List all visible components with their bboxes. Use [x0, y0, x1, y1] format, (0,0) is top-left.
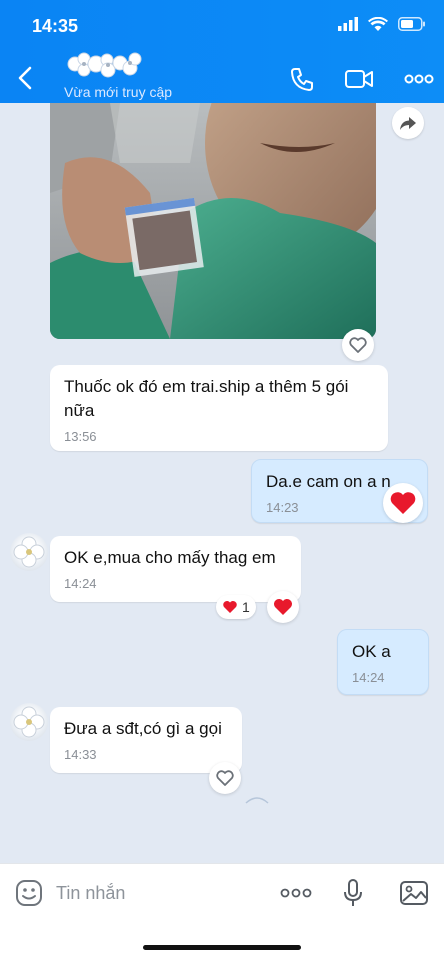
contact-avatar[interactable]: [10, 533, 48, 571]
message-react-button[interactable]: [209, 762, 241, 794]
contact-name-blurred[interactable]: [66, 50, 146, 80]
voice-message-button[interactable]: [336, 878, 370, 908]
message-text: OK a: [352, 642, 391, 661]
image-picker-button[interactable]: [397, 878, 431, 908]
message-time: 14:24: [352, 670, 385, 685]
heart-icon: [390, 492, 416, 514]
message-text: OK e,mua cho mấy thag em: [64, 548, 276, 567]
wifi-icon: [368, 17, 388, 31]
emoji-button[interactable]: [14, 878, 44, 908]
reaction-summary[interactable]: 1: [216, 595, 256, 619]
heart-icon: [274, 599, 292, 615]
flower-avatar-icon: [13, 706, 45, 738]
more-icon: [280, 888, 312, 898]
photo-content: [50, 103, 376, 339]
heart-outline-icon: [349, 337, 367, 353]
video-call-button[interactable]: [344, 64, 374, 94]
message-time: 14:33: [64, 747, 97, 762]
voice-call-button[interactable]: [287, 64, 317, 94]
microphone-icon: [344, 879, 362, 906]
status-time: 14:35: [32, 16, 79, 36]
reaction-count: 1: [242, 599, 250, 615]
back-icon: [18, 66, 32, 90]
message-bubble-received[interactable]: Đưa a sđt,có gì a gọi 14:33: [50, 707, 242, 773]
message-react-button[interactable]: [267, 591, 299, 623]
more-icon: [404, 74, 434, 84]
status-icons: [338, 17, 426, 31]
photo-react-button[interactable]: [342, 329, 374, 361]
more-options-button[interactable]: [404, 64, 434, 94]
message-time: 14:24: [64, 576, 97, 591]
typing-indicator: [245, 797, 269, 804]
video-call-icon: [345, 70, 373, 88]
emoji-icon: [16, 880, 42, 906]
phone-icon: [291, 68, 313, 91]
message-time: 13:56: [64, 429, 97, 444]
message-text: Thuốc ok đó em trai.ship a thêm 5 gói nữ…: [64, 377, 349, 420]
chat-header: 14:35 Vừa mới truy cập: [0, 0, 444, 103]
message-input-bar: [0, 863, 444, 960]
message-bubble-received[interactable]: OK e,mua cho mấy thag em 14:24: [50, 536, 301, 602]
heart-outline-icon: [216, 770, 234, 786]
share-icon: [400, 117, 416, 130]
contact-status: Vừa mới truy cập: [64, 84, 173, 100]
signal-icon: [338, 17, 358, 31]
message-input[interactable]: [56, 878, 256, 908]
battery-icon: [398, 17, 425, 31]
flower-avatar-icon: [13, 536, 45, 568]
share-button[interactable]: [392, 107, 424, 139]
photo-message[interactable]: [50, 103, 376, 339]
image-icon: [400, 881, 428, 905]
contact-avatar[interactable]: [10, 703, 48, 741]
home-indicator: [143, 945, 301, 950]
message-bubble-sent[interactable]: OK a 14:24: [337, 629, 429, 695]
heart-icon: [223, 601, 237, 613]
message-bubble-received[interactable]: Thuốc ok đó em trai.ship a thêm 5 gói nữ…: [50, 365, 388, 451]
more-attachments-button[interactable]: [279, 878, 313, 908]
message-text: Đưa a sđt,có gì a gọi: [64, 719, 222, 738]
message-reaction-badge[interactable]: [383, 483, 423, 523]
back-button[interactable]: [14, 62, 40, 94]
message-text: Da.e cam on a n: [266, 472, 390, 491]
chat-area[interactable]: Thuốc ok đó em trai.ship a thêm 5 gói nữ…: [0, 103, 444, 863]
